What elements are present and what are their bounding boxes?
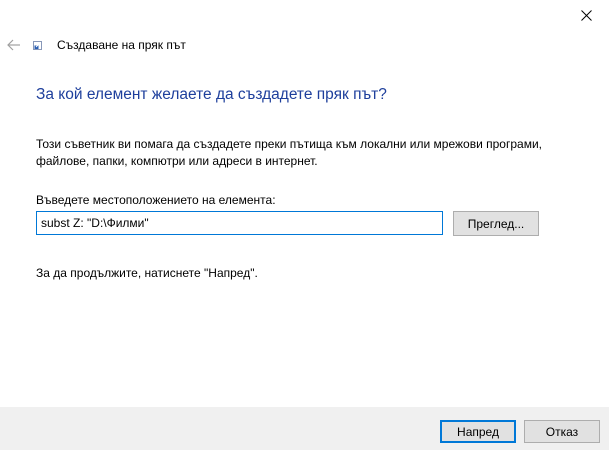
- back-button[interactable]: [3, 35, 25, 55]
- close-button[interactable]: [571, 2, 601, 28]
- description-line: файлове, папки, компютри или адреси в ин…: [36, 154, 318, 168]
- cancel-button[interactable]: Отказ: [524, 420, 600, 443]
- wizard-title: Създаване на пряк път: [57, 38, 186, 52]
- back-arrow-icon: [7, 39, 20, 51]
- next-button[interactable]: Напред: [440, 420, 516, 443]
- footer-bar: [0, 407, 609, 450]
- page-heading: За кой елемент желаете да създадете пряк…: [36, 86, 387, 103]
- location-input[interactable]: [36, 211, 443, 235]
- description: Този съветник ви помага да създадете пре…: [36, 136, 576, 170]
- create-shortcut-window: Създаване на пряк път За кой елемент жел…: [0, 0, 609, 450]
- location-label: Въведете местоположението на елемента:: [36, 193, 276, 207]
- browse-button[interactable]: Преглед...: [453, 211, 539, 236]
- continue-hint: За да продължите, натиснете "Напред".: [36, 266, 258, 280]
- shortcut-icon: [33, 41, 42, 50]
- close-icon: [580, 9, 592, 21]
- description-line: Този съветник ви помага да създадете пре…: [36, 137, 542, 151]
